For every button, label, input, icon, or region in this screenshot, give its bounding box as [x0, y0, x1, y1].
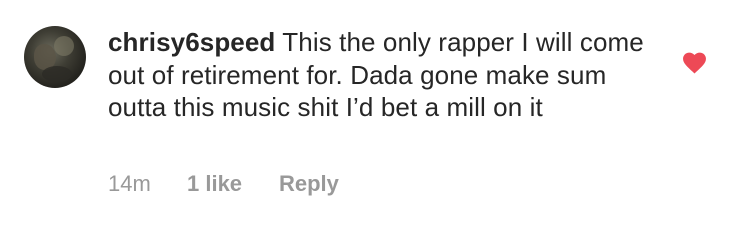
avatar-shape [54, 36, 74, 56]
avatar[interactable] [24, 26, 86, 88]
heart-filled-icon [683, 52, 706, 74]
comment-timestamp: 14m [108, 171, 151, 196]
comment-likes-count[interactable]: 1 like [187, 171, 242, 197]
comment-item: chrisy6speed This the only rapper I will… [0, 0, 749, 249]
comment-body: chrisy6speed This the only rapper I will… [108, 26, 668, 124]
comment-username[interactable]: chrisy6speed [108, 27, 275, 57]
reply-button[interactable]: Reply [279, 171, 339, 197]
avatar-shape [42, 66, 72, 82]
heart-icon[interactable] [682, 51, 707, 74]
